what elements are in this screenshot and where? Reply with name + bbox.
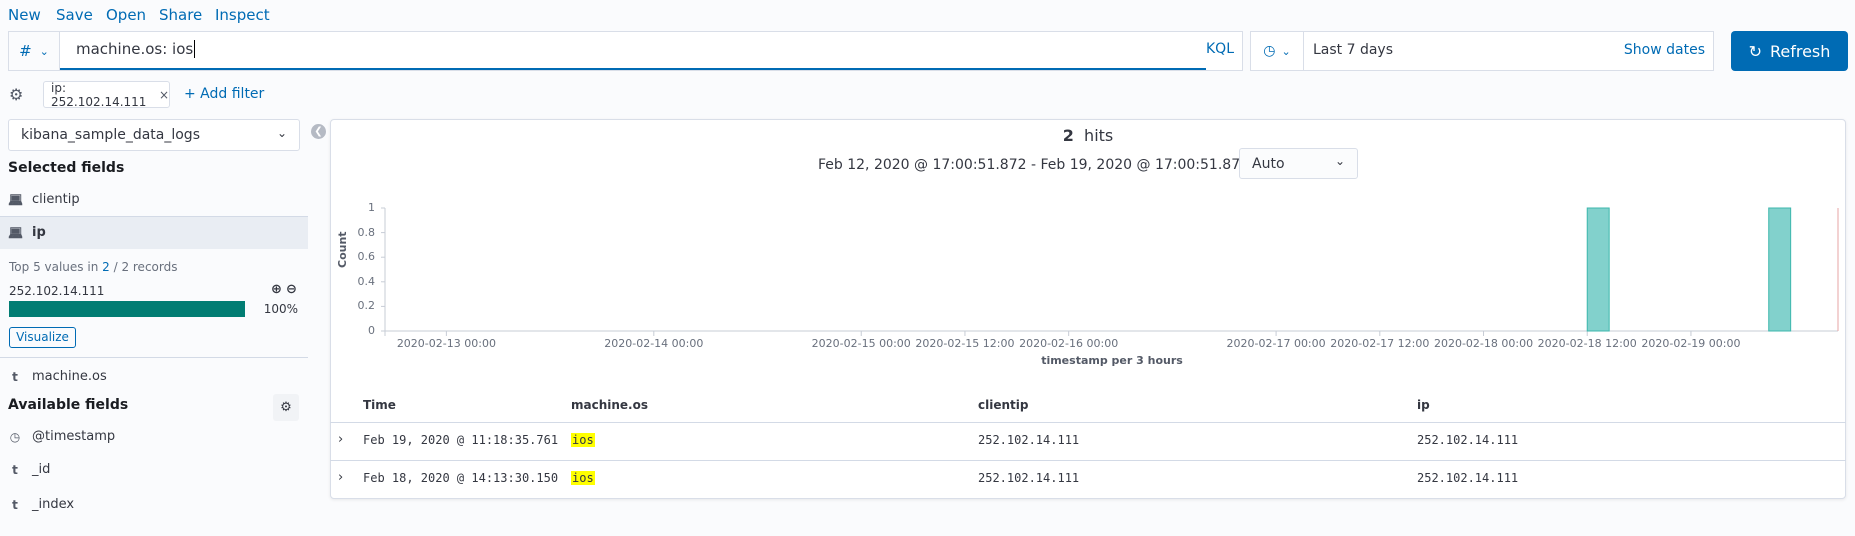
x-tick-label: 2020-02-18 00:00	[1433, 337, 1534, 350]
field-index[interactable]: t _index	[8, 497, 74, 512]
cell-time: Feb 18, 2020 @ 14:13:30.150	[363, 471, 559, 485]
y-tick-label: 0.4	[357, 274, 376, 288]
y-tick-label: 0	[368, 324, 375, 337]
x-tick-label: 2020-02-15 12:00	[915, 337, 1015, 350]
column-header-ip[interactable]: ip	[1417, 398, 1430, 412]
histogram-bar[interactable]	[1586, 207, 1610, 332]
field-name: _id	[32, 462, 51, 477]
column-header-machine-os[interactable]: machine.os	[571, 398, 648, 412]
clock-icon: ◷	[9, 429, 21, 444]
expand-row-chevron-icon[interactable]: ›	[338, 432, 343, 447]
x-tick-label: 2020-02-17 00:00	[1226, 337, 1326, 350]
y-axis-label: Count	[336, 231, 349, 268]
expand-row-chevron-icon[interactable]: ›	[338, 470, 343, 485]
field-name: _index	[32, 497, 75, 512]
x-tick-label: 2020-02-16 00:00	[1019, 337, 1119, 350]
field-settings-gear-icon[interactable]: ⚙	[273, 394, 299, 421]
cell-time: Feb 19, 2020 @ 11:18:35.761	[363, 433, 559, 447]
x-tick-label: 2020-02-19 00:00	[1641, 337, 1741, 350]
x-tick-label: 2020-02-14 00:00	[604, 337, 704, 350]
divider	[330, 422, 1846, 423]
y-tick-label: 0.6	[357, 250, 376, 264]
field-id[interactable]: t _id	[8, 462, 50, 477]
x-tick-label: 2020-02-15 00:00	[811, 337, 911, 350]
column-header-clientip[interactable]: clientip	[978, 398, 1028, 412]
x-tick-label: 2020-02-13 00:00	[396, 337, 496, 350]
x-axis-label: timestamp per 3 hours	[1041, 354, 1183, 367]
x-tick-label: 2020-02-18 12:00	[1537, 337, 1637, 350]
divider	[330, 460, 1846, 461]
x-tick-label: 2020-02-17 12:00	[1330, 337, 1430, 350]
cell-ip: 252.102.14.111	[1417, 471, 1519, 485]
string-field-icon: t	[12, 497, 18, 512]
field-timestamp[interactable]: ◷ @timestamp	[8, 429, 115, 444]
y-tick-label: 0.8	[357, 225, 376, 239]
histogram-bar[interactable]	[1768, 207, 1792, 332]
cell-machine-os: ios	[571, 471, 595, 485]
column-header-time[interactable]: Time	[363, 398, 396, 412]
cell-machine-os: ios	[571, 433, 595, 447]
histogram-chart	[381, 207, 1839, 336]
cell-clientip: 252.102.14.111	[978, 471, 1080, 485]
string-field-icon: t	[12, 462, 18, 477]
y-tick-label: 0.2	[357, 299, 376, 313]
field-name: @timestamp	[32, 429, 116, 444]
cell-clientip: 252.102.14.111	[978, 433, 1080, 447]
available-fields-title: Available fields	[8, 397, 129, 413]
y-tick-label: 1	[368, 201, 375, 214]
cell-ip: 252.102.14.111	[1417, 433, 1519, 447]
